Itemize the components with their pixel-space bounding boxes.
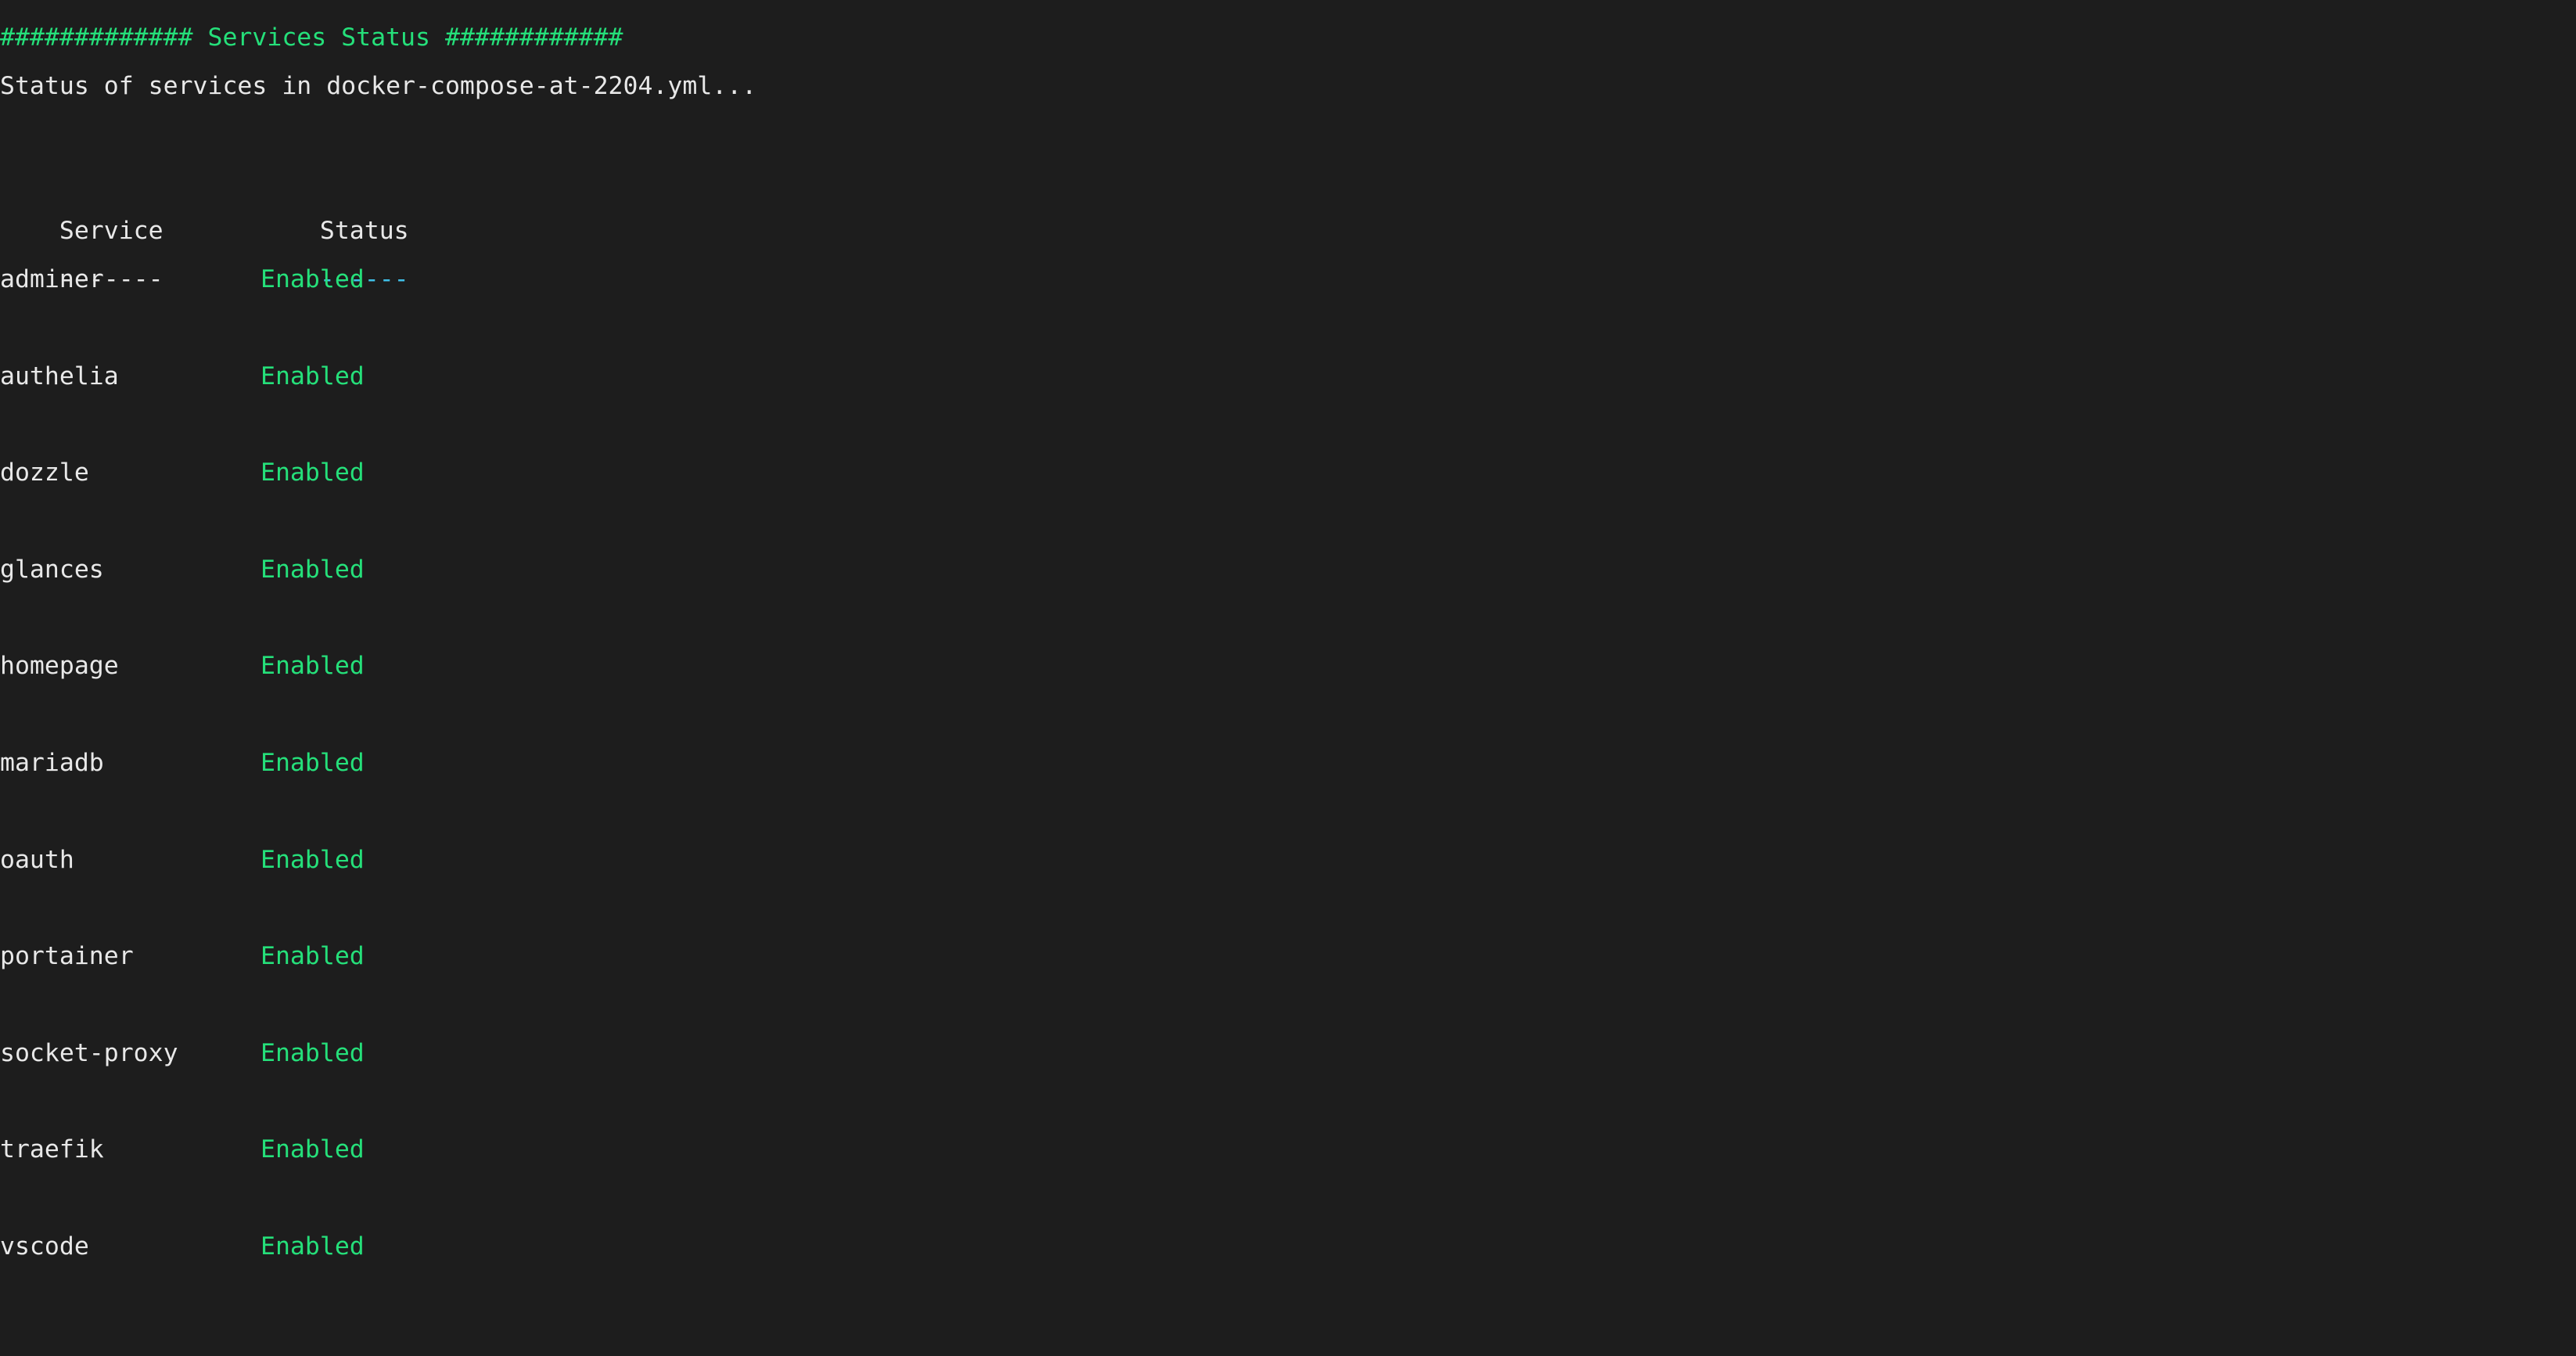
service-status-badge: Enabled [260,1038,365,1067]
service-status-badge: Enabled [260,264,365,293]
service-status-badge: Enabled [260,459,365,487]
footer-prompt-row[interactable]: Going back to the menu in 60 seconds. Or… [0,1320,2576,1356]
service-status-badge: Enabled [260,652,365,681]
service-status-badge: Enabled [260,845,365,874]
service-name: portainer [0,942,134,971]
column-header-status: Status [319,217,409,246]
service-name: traefik [0,1135,104,1164]
service-name: socket-proxy [0,1038,178,1067]
banner-heading: ############# Services Status ##########… [0,23,623,52]
table-row: vscode Enabled [0,1223,2576,1271]
service-status-badge: Enabled [260,1232,365,1261]
table-header-row: Service Status [0,159,2576,245]
service-status-badge: Enabled [260,361,365,390]
table-row: traefik Enabled [0,1126,2576,1174]
table-row: authelia Enabled [0,353,2576,401]
service-status-badge: Enabled [260,748,365,777]
table-row: glances Enabled [0,546,2576,595]
blank-line-before-footer [0,1271,2576,1320]
service-name: glances [0,555,104,584]
service-status-badge: Enabled [260,1135,365,1164]
table-row: mariadb Enabled [0,739,2576,788]
subtitle-line: Status of services in docker-compose-at-… [0,71,757,100]
table-row: portainer Enabled [0,933,2576,981]
service-name: homepage [0,652,119,681]
service-name: adminer [0,264,104,293]
column-header-service: Service [59,217,163,246]
service-name: vscode [0,1232,89,1261]
table-row: oauth Enabled [0,836,2576,885]
table-row: homepage Enabled [0,642,2576,691]
service-name: oauth [0,845,74,874]
service-name: dozzle [0,459,89,487]
table-row: dozzle Enabled [0,449,2576,498]
service-name: mariadb [0,748,104,777]
terminal-window: ############# Services Status ##########… [0,0,2576,1356]
service-status-badge: Enabled [260,942,365,971]
table-row: socket-proxy Enabled [0,1030,2576,1078]
service-status-badge: Enabled [260,555,365,584]
services-table-body: adminer Enabled authelia Enabled dozzle Enabl… [0,256,2576,1271]
service-name: authelia [0,361,119,390]
